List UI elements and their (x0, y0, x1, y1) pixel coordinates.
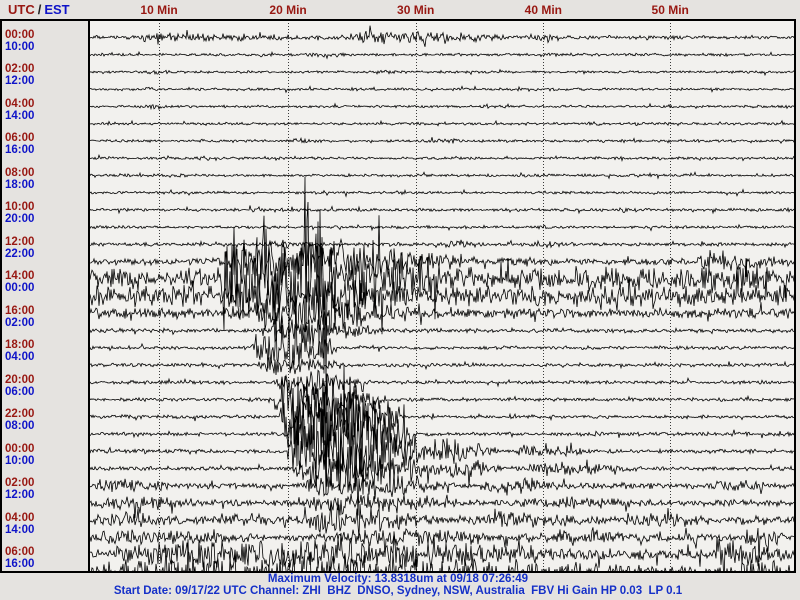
seismogram-trace-row (90, 493, 795, 519)
time-label-utc: 00:00 (5, 29, 35, 41)
seismogram-trace-row (90, 119, 795, 127)
time-label-pair: 16:00 02:00 (5, 305, 85, 329)
time-label-est: 08:00 (5, 420, 35, 433)
station-info-status: Start Date: 09/17/22 UTC Channel: ZHI BH… (113, 585, 683, 597)
time-label-pair: 06:00 16:00 (5, 132, 85, 156)
timezone-separator: / (37, 2, 42, 17)
time-label-pair: 04:00 14:00 (5, 512, 85, 536)
time-label-utc: 22:00 (5, 408, 35, 421)
gutter-divider (88, 19, 90, 573)
time-label-pair: 12:00 22:00 (5, 236, 85, 260)
time-label-est: 16:00 (5, 144, 35, 157)
time-label-est: 12:00 (5, 489, 35, 502)
time-label-utc: 02:00 (5, 63, 35, 76)
seismogram-trace-row (90, 215, 795, 303)
time-label-est: 22:00 (5, 247, 35, 260)
seismogram-plot (90, 20, 795, 573)
seismogram-trace-row (90, 282, 795, 333)
seismogram-trace-row (90, 68, 795, 77)
time-label-est: 14:00 (5, 109, 35, 122)
seismogram-trace-row (90, 137, 795, 145)
time-label-est: 12:00 (5, 75, 35, 88)
axis-tick-label: 20 Min (269, 3, 307, 17)
time-label-pair: 06:00 16:00 (5, 546, 85, 570)
time-label-utc: 20:00 (5, 373, 35, 386)
time-label-est: 10:00 (5, 454, 35, 467)
seismogram-trace-row (90, 374, 795, 438)
time-label-est: 18:00 (5, 178, 35, 191)
time-label-pair: 00:00 10:00 (5, 29, 85, 53)
seismogram-trace-row (90, 25, 795, 47)
time-label-pair: 14:00 00:00 (5, 270, 85, 294)
time-label-est: 00:00 (5, 282, 35, 295)
seismograph-viewer: UTC / EST 10 Min 20 Min 30 Min 40 Min 50 Min 0… (0, 0, 800, 600)
axis-tick-label: 10 Min (140, 3, 178, 17)
seismogram-trace-row (90, 176, 795, 382)
time-label-utc: 18:00 (5, 339, 35, 352)
seismogram-trace-row (90, 85, 795, 94)
utc-label: UTC (8, 2, 35, 17)
time-label-pair: 18:00 04:00 (5, 339, 85, 363)
seismogram-trace-row (90, 205, 795, 215)
time-label-est: 06:00 (5, 385, 35, 398)
axis-tick-label: 30 Min (397, 3, 435, 17)
seismogram-trace-row (90, 50, 795, 60)
seismogram-trace-row (90, 102, 795, 111)
time-label-est: 02:00 (5, 316, 35, 329)
time-label-pair: 10:00 20:00 (5, 201, 85, 225)
max-velocity-status: Maximum Velocity: 13.8318um at 09/18 07:… (267, 573, 529, 585)
axis-tick-label: 50 Min (651, 3, 689, 17)
time-label-pair: 22:00 08:00 (5, 408, 85, 432)
seismogram-trace-row (90, 171, 795, 180)
time-label-utc: 04:00 (5, 97, 35, 110)
time-label-est: 04:00 (5, 351, 35, 364)
time-label-pair: 08:00 18:00 (5, 167, 85, 191)
seismogram-trace-row (90, 188, 795, 198)
time-label-utc: 10:00 (5, 201, 35, 214)
seismogram-trace-row (90, 376, 795, 495)
est-label: EST (44, 2, 70, 17)
seismogram-trace-row (90, 364, 795, 491)
time-label-utc: 02:00 (5, 477, 35, 490)
time-label-utc: 04:00 (5, 511, 35, 524)
time-label-est: 20:00 (5, 213, 35, 226)
time-label-utc: 16:00 (5, 304, 35, 317)
time-label-pair: 02:00 12:00 (5, 477, 85, 501)
time-label-utc: 12:00 (5, 235, 35, 248)
time-label-pair: 04:00 14:00 (5, 98, 85, 122)
timezone-label: UTC / EST (8, 2, 70, 17)
time-label-utc: 08:00 (5, 166, 35, 179)
time-label-utc: 00:00 (5, 442, 35, 455)
time-label-est: 16:00 (5, 558, 35, 571)
seismogram-trace-row (90, 223, 795, 232)
time-label-utc: 14:00 (5, 270, 35, 283)
seismogram-trace-row (90, 239, 795, 249)
time-label-est: 14:00 (5, 523, 35, 536)
time-label-utc: 06:00 (5, 132, 35, 145)
time-label-pair: 00:00 10:00 (5, 443, 85, 467)
time-label-pair: 02:00 12:00 (5, 63, 85, 87)
seismogram-trace-row (90, 154, 795, 163)
seismogram-trace-row (90, 315, 795, 350)
time-label-utc: 06:00 (5, 546, 35, 559)
time-label-est: 10:00 (5, 41, 35, 53)
time-label-pair: 20:00 06:00 (5, 374, 85, 398)
seismogram-trace-row (90, 356, 795, 376)
seismogram-trace-row (90, 295, 795, 374)
axis-tick-label: 40 Min (524, 3, 562, 17)
seismogram-trace-row (90, 369, 795, 396)
